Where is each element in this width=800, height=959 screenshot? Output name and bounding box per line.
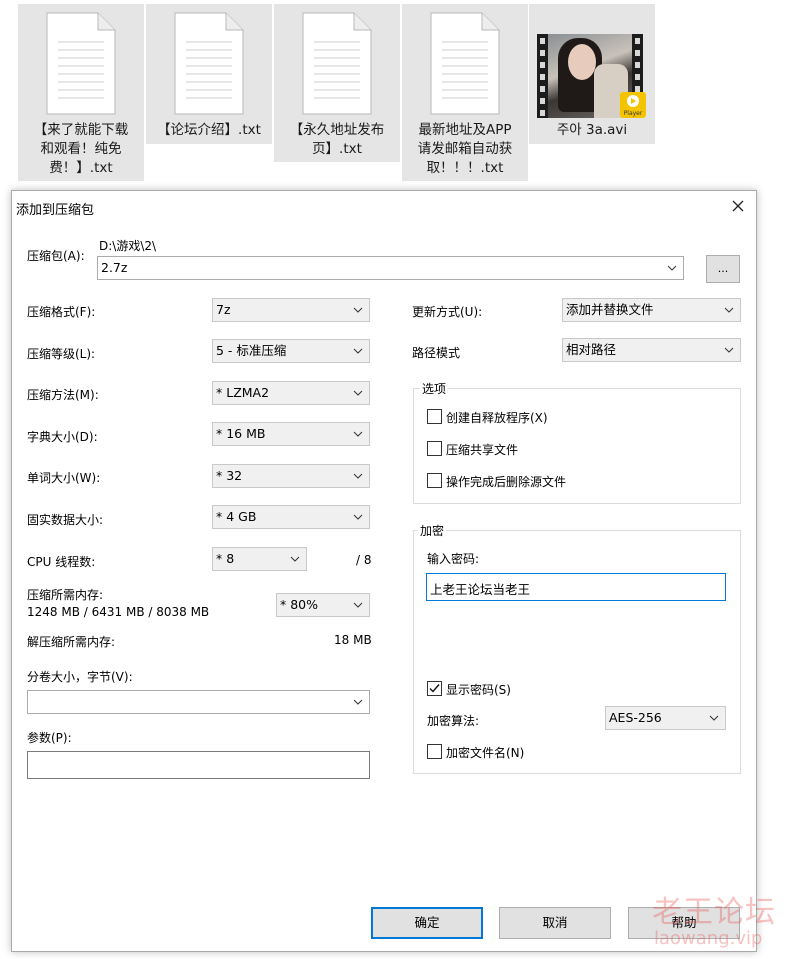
archive-name-combo[interactable]: 2.7z xyxy=(97,256,684,280)
password-input[interactable]: 上老王论坛当老王 xyxy=(426,573,726,601)
params-label: 参数(P): xyxy=(27,731,72,745)
options-title: 选项 xyxy=(420,380,449,397)
volume-combo[interactable] xyxy=(27,690,370,714)
text-file-icon xyxy=(302,12,372,115)
solid-label: 固实数据大小: xyxy=(27,513,104,527)
create-sfx-checkbox[interactable] xyxy=(427,409,442,424)
file-name: 【论坛介绍】.txt xyxy=(157,122,261,138)
file-tile-video[interactable]: 주아 3a.avi xyxy=(529,4,655,144)
memory-value: * 80% xyxy=(280,597,319,612)
watermark-url: laowang.vip xyxy=(654,928,763,949)
archive-label: 压缩包(A): xyxy=(27,249,85,263)
update-select[interactable]: 添加并替换文件 xyxy=(562,298,741,322)
player-badge-icon: Player xyxy=(620,92,646,118)
show-password-checkbox[interactable] xyxy=(427,681,442,696)
text-file-icon xyxy=(430,12,500,115)
encryption-title: 加密 xyxy=(418,522,447,539)
chevron-down-icon xyxy=(353,699,363,705)
file-tile[interactable]: 最新地址及APP 请发邮箱自动获 取！！！.txt xyxy=(402,4,528,181)
method-label: 压缩方法(M): xyxy=(27,388,99,402)
file-tile[interactable]: 【永久地址发布 页】.txt xyxy=(274,4,400,162)
chevron-down-icon xyxy=(709,715,719,721)
password-label: 输入密码: xyxy=(427,552,480,566)
ok-button[interactable]: 确定 xyxy=(371,907,483,939)
update-label: 更新方式(U): xyxy=(412,305,483,319)
word-select[interactable]: * 32 xyxy=(212,464,370,488)
shared-files-label[interactable]: 压缩共享文件 xyxy=(446,441,518,458)
shared-files-checkbox[interactable] xyxy=(427,441,442,456)
params-input[interactable] xyxy=(27,751,370,779)
text-file-icon xyxy=(174,12,244,115)
archive-name-value: 2.7z xyxy=(101,260,128,275)
enc-method-value: AES-256 xyxy=(609,710,662,725)
method-value: * LZMA2 xyxy=(216,385,270,400)
format-select[interactable]: 7z xyxy=(212,298,370,322)
path-mode-value: 相对路径 xyxy=(566,342,617,357)
chevron-down-icon xyxy=(353,514,363,520)
file-tile[interactable]: 【来了就能下载 和观看！纯免 费！】.txt xyxy=(18,4,144,181)
update-value: 添加并替换文件 xyxy=(566,302,654,317)
cancel-button[interactable]: 取消 xyxy=(499,907,611,939)
chevron-down-icon xyxy=(353,348,363,354)
browse-button[interactable]: ... xyxy=(706,255,740,283)
archive-path: D:\游戏\2\ xyxy=(99,239,157,253)
decomp-label: 解压缩所需内存: xyxy=(27,635,116,649)
threads-max: / 8 xyxy=(356,553,372,567)
solid-value: * 4 GB xyxy=(216,509,257,524)
file-name: 最新地址及APP 请发邮箱自动获 取！！！.txt xyxy=(417,122,513,176)
chevron-down-icon xyxy=(353,473,363,479)
memory-select[interactable]: * 80% xyxy=(276,593,370,617)
memory-label: 压缩所需内存: xyxy=(27,588,104,602)
level-label: 压缩等级(L): xyxy=(27,347,96,361)
level-value: 5 - 标准压缩 xyxy=(216,343,287,358)
text-file-icon xyxy=(46,12,116,115)
file-tile[interactable]: 【论坛介绍】.txt xyxy=(146,4,272,144)
volume-label: 分卷大小，字节(V): xyxy=(27,670,133,684)
file-name: 【来了就能下载 和观看！纯免 费！】.txt xyxy=(33,122,129,176)
dict-select[interactable]: * 16 MB xyxy=(212,422,370,446)
dict-label: 字典大小(D): xyxy=(27,430,98,444)
add-to-archive-dialog: 添加到压缩包 压缩包(A): D:\游戏\2\ 2.7z ... 压缩格式(F)… xyxy=(11,190,757,952)
encrypt-names-checkbox[interactable] xyxy=(427,744,442,759)
format-label: 压缩格式(F): xyxy=(27,305,96,319)
chevron-down-icon xyxy=(724,347,734,353)
enc-method-select[interactable]: AES-256 xyxy=(605,706,726,730)
format-value: 7z xyxy=(216,302,231,317)
method-select[interactable]: * LZMA2 xyxy=(212,381,370,405)
delete-after-label[interactable]: 操作完成后删除源文件 xyxy=(446,473,566,490)
memory-detail: 1248 MB / 6431 MB / 8038 MB xyxy=(27,605,210,619)
threads-label: CPU 线程数: xyxy=(27,555,96,569)
file-name: 【永久地址发布 页】.txt xyxy=(289,122,385,157)
chevron-down-icon xyxy=(353,307,363,313)
enc-method-label: 加密算法: xyxy=(427,714,480,728)
level-select[interactable]: 5 - 标准压缩 xyxy=(212,339,370,363)
dict-value: * 16 MB xyxy=(216,426,266,441)
chevron-down-icon xyxy=(353,390,363,396)
checkmark-icon xyxy=(429,684,440,693)
show-password-label[interactable]: 显示密码(S) xyxy=(446,681,511,698)
path-mode-select[interactable]: 相对路径 xyxy=(562,338,741,362)
path-mode-label: 路径模式 xyxy=(412,346,461,360)
encrypt-names-label[interactable]: 加密文件名(N) xyxy=(446,744,524,761)
chevron-down-icon xyxy=(724,307,734,313)
password-value: 上老王论坛当老王 xyxy=(430,582,531,597)
chevron-down-icon xyxy=(353,431,363,437)
chevron-down-icon xyxy=(667,265,677,271)
solid-select[interactable]: * 4 GB xyxy=(212,505,370,529)
word-value: * 32 xyxy=(216,468,243,483)
threads-select[interactable]: * 8 xyxy=(212,547,307,571)
word-label: 单词大小(W): xyxy=(27,471,101,485)
threads-value: * 8 xyxy=(216,551,235,566)
delete-after-checkbox[interactable] xyxy=(427,473,442,488)
decomp-value: 18 MB xyxy=(334,633,372,647)
file-name: 주아 3a.avi xyxy=(556,122,628,138)
close-icon[interactable] xyxy=(728,196,748,216)
chevron-down-icon xyxy=(290,556,300,562)
chevron-down-icon xyxy=(353,602,363,608)
dialog-title: 添加到压缩包 xyxy=(16,203,95,218)
watermark-text: 老王论坛 xyxy=(652,895,776,930)
create-sfx-label[interactable]: 创建自释放程序(X) xyxy=(446,409,548,426)
